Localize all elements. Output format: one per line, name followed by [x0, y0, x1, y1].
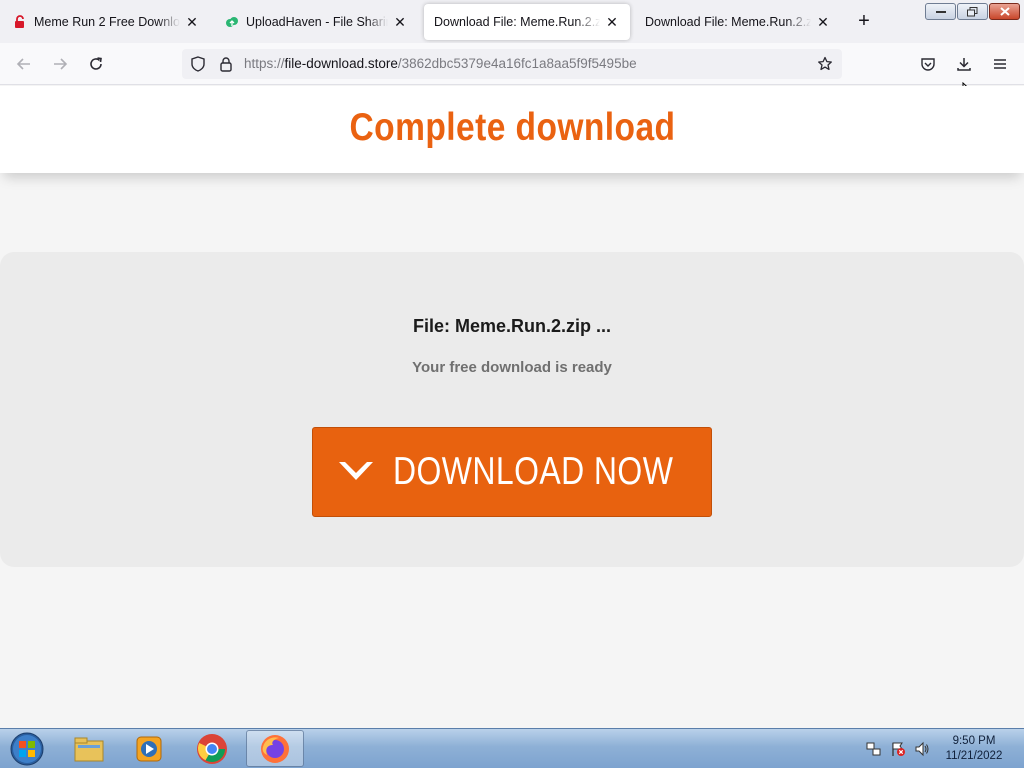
tab-uploadhaven[interactable]: UploadHaven - File Sharing Made Simple ✕ [214, 4, 418, 40]
page-header: Complete download [0, 86, 1024, 173]
volume-icon[interactable] [914, 741, 930, 757]
forward-button[interactable] [48, 52, 72, 76]
tracking-shield-icon[interactable] [190, 56, 206, 77]
tab-download-file[interactable]: Download File: Meme.Run.2.zip ... ✕ [635, 4, 841, 40]
pocket-icon[interactable] [916, 52, 940, 76]
firefox-icon[interactable] [246, 730, 304, 767]
tab-close-icon[interactable]: ✕ [604, 14, 620, 30]
navigation-bar: https://file-download.store/3862dbc5379e… [0, 43, 1024, 85]
bookmark-star-icon[interactable] [817, 56, 833, 77]
tab-meme-run[interactable]: Meme Run 2 Free Download ✕ [2, 4, 210, 40]
url-bar[interactable]: https://file-download.store/3862dbc5379e… [182, 49, 842, 79]
tab-download-file-active[interactable]: Download File: Meme.Run.2.zip ... ✕ [424, 4, 630, 40]
reload-button[interactable] [84, 52, 108, 76]
url-scheme: https:// [244, 56, 285, 71]
window-close-button[interactable] [989, 3, 1020, 20]
app-menu-icon[interactable] [988, 52, 1012, 76]
tab-close-icon[interactable]: ✕ [392, 14, 408, 30]
action-center-flag-icon[interactable] [890, 741, 906, 757]
tab-strip: Meme Run 2 Free Download ✕ UploadHaven -… [0, 0, 1024, 43]
tab-title: UploadHaven - File Sharing Made Simple [246, 15, 388, 29]
windows-taskbar: 9:50 PM 11/21/2022 [0, 728, 1024, 768]
system-clock[interactable]: 9:50 PM 11/21/2022 [937, 734, 1011, 764]
download-card: File: Meme.Run.2.zip ... Your free downl… [0, 252, 1024, 567]
tab-title: Meme Run 2 Free Download [34, 15, 180, 29]
chrome-icon[interactable] [183, 730, 241, 767]
tab-close-icon[interactable]: ✕ [815, 14, 831, 30]
downloads-icon[interactable] [952, 52, 976, 76]
url-path: /3862dbc5379e4a16fc1a8aa5f9f5495be [397, 56, 637, 71]
tab-title: Download File: Meme.Run.2.zip ... [645, 15, 811, 29]
url-host: file-download.store [284, 56, 398, 71]
chevron-down-icon [337, 458, 375, 489]
start-orb-icon[interactable] [0, 730, 54, 767]
back-button[interactable] [12, 52, 36, 76]
cloud-upload-icon [224, 14, 240, 30]
lock-icon[interactable] [218, 56, 234, 77]
file-name-label: File: Meme.Run.2.zip ... [412, 316, 612, 336]
url-text[interactable]: https://file-download.store/3862dbc5379e… [244, 56, 637, 71]
file-explorer-icon[interactable] [60, 730, 118, 767]
clock-date: 11/21/2022 [945, 750, 1003, 762]
new-tab-button[interactable]: + [853, 10, 875, 32]
download-now-label: DOWNLOAD NOW [393, 450, 674, 493]
media-player-icon[interactable] [120, 730, 178, 767]
network-icon[interactable] [866, 741, 882, 757]
page-title: Complete download [349, 106, 675, 149]
download-now-button[interactable]: DOWNLOAD NOW [312, 427, 712, 517]
clock-time: 9:50 PM [952, 735, 996, 747]
restore-button[interactable] [957, 3, 988, 20]
minimize-button[interactable] [925, 3, 956, 20]
tab-close-icon[interactable]: ✕ [184, 14, 200, 30]
download-status-text: Your free download is ready [412, 359, 612, 376]
lock-icon [12, 14, 28, 30]
tab-title: Download File: Meme.Run.2.zip ... [434, 15, 600, 29]
